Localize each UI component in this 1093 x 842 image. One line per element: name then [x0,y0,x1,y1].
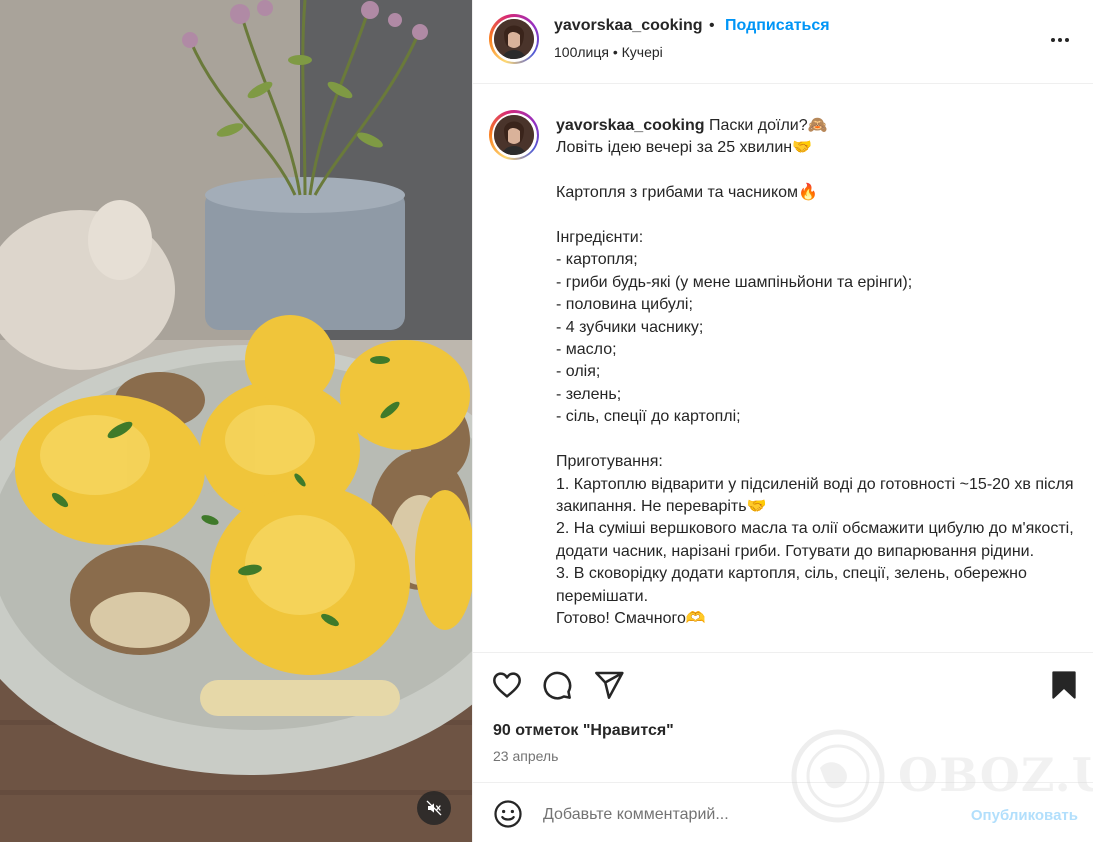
separator-dot: • [709,17,715,34]
comment-button[interactable] [541,669,573,701]
caption-text: Паски доїли?🙈 Ловіть ідею вечері за 25 х… [556,117,1074,627]
comment-icon [543,671,572,700]
caption-author-avatar[interactable] [489,110,539,160]
comment-input[interactable] [543,803,943,827]
caption-text-block: yavorskaa_cooking Паски доїли?🙈 Ловіть і… [556,115,1081,630]
emoji-button[interactable] [493,799,523,829]
post-header: yavorskaa_cooking • Подписаться 100лиця … [473,0,1093,84]
author-username[interactable]: yavorskaa_cooking [554,17,703,35]
post-media[interactable] [0,0,472,842]
more-horizontal-icon [1051,38,1055,42]
caption-username[interactable]: yavorskaa_cooking [556,117,705,134]
likes-count[interactable]: 90 отметок "Нравится" [493,722,674,740]
post-location[interactable]: 100лиця • Кучері [554,44,663,60]
send-icon [595,671,624,699]
heart-icon [493,672,521,698]
share-button[interactable] [593,669,625,701]
post-actions: 90 отметок "Нравится" 23 апрель [473,652,1093,782]
mute-button[interactable] [417,791,451,825]
publish-button[interactable]: Опубликовать [971,807,1078,824]
avatar-image [494,115,534,155]
like-button[interactable] [491,669,523,701]
avatar-image [494,19,534,59]
food-photo [0,0,472,842]
emoji-icon [494,800,522,828]
post-date[interactable]: 23 апрель [493,748,558,764]
comment-bar: Опубликовать [473,782,1093,842]
bookmark-icon [1052,671,1076,699]
follow-button[interactable]: Подписаться [725,17,830,35]
post-panel: yavorskaa_cooking • Подписаться 100лиця … [472,0,1093,842]
author-avatar[interactable] [489,14,539,64]
speaker-muted-icon [426,800,442,816]
caption-area[interactable]: yavorskaa_cooking Паски доїли?🙈 Ловіть і… [473,85,1093,651]
save-button[interactable] [1048,669,1080,701]
more-options-button[interactable] [1046,28,1074,52]
